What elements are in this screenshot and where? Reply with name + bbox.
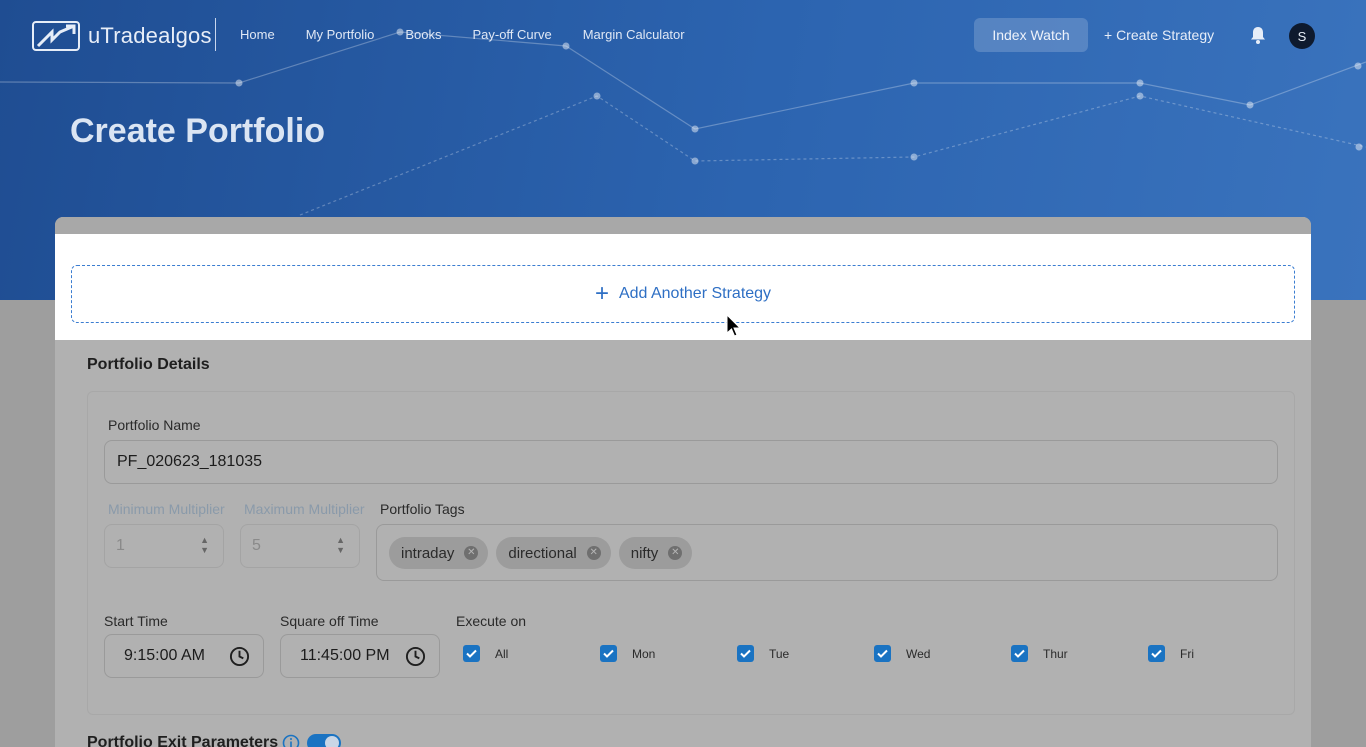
- execute-on-label: Execute on: [456, 613, 527, 629]
- create-strategy-link[interactable]: + Create Strategy: [1104, 27, 1214, 43]
- tag-chip: nifty ✕: [618, 537, 693, 569]
- remove-tag-icon[interactable]: ✕: [586, 546, 601, 560]
- remove-tag-icon[interactable]: ✕: [668, 546, 683, 560]
- day-option-thur[interactable]: Thur: [1011, 645, 1068, 662]
- nav-books[interactable]: Books: [405, 27, 441, 42]
- brand-logo[interactable]: uTradealgos: [32, 20, 212, 52]
- checkbox-checked-icon[interactable]: [600, 645, 617, 662]
- square-off-time-label: Square off Time: [280, 613, 379, 629]
- logo-mark-icon: [32, 21, 80, 51]
- tag-label: intraday: [401, 544, 455, 562]
- nav-payoff-curve[interactable]: Pay-off Curve: [472, 27, 551, 42]
- min-multiplier-label: Minimum Multiplier: [108, 501, 225, 517]
- portfolio-name-label: Portfolio Name: [108, 417, 201, 433]
- tag-label: directional: [508, 544, 577, 562]
- bell-icon[interactable]: [1248, 25, 1268, 45]
- day-label: Mon: [632, 646, 656, 661]
- day-label: Wed: [906, 646, 931, 661]
- top-navigation: uTradealgos Home My Portfolio Books Pay-…: [0, 0, 1366, 72]
- remove-tag-icon[interactable]: ✕: [464, 546, 479, 560]
- tag-list: intraday ✕ directional ✕ nifty ✕: [389, 537, 693, 569]
- info-icon[interactable]: [282, 734, 300, 747]
- plus-icon: +: [594, 280, 609, 307]
- square-off-time-input[interactable]: 11:45:00 PM: [280, 634, 440, 678]
- portfolio-details-title: Portfolio Details: [87, 356, 210, 373]
- avatar[interactable]: S: [1289, 23, 1315, 49]
- clock-icon[interactable]: [405, 646, 426, 667]
- tag-chip: directional ✕: [496, 537, 611, 569]
- day-option-all[interactable]: All: [463, 645, 508, 662]
- start-time-input[interactable]: 9:15:00 AM: [104, 634, 264, 678]
- start-time-value: 9:15:00 AM: [124, 647, 205, 664]
- checkbox-checked-icon[interactable]: [737, 645, 754, 662]
- min-multiplier-value: 1: [116, 537, 125, 554]
- day-option-tue[interactable]: Tue: [737, 645, 789, 662]
- day-label: All: [495, 646, 509, 661]
- add-another-strategy-button[interactable]: + Add Another Strategy: [71, 265, 1295, 323]
- nav-my-portfolio[interactable]: My Portfolio: [306, 27, 375, 42]
- logo-divider: [215, 18, 216, 51]
- toggle-knob: [325, 736, 339, 747]
- max-multiplier-stepper[interactable]: 5 ▲ ▼: [240, 524, 360, 568]
- index-watch-button[interactable]: Index Watch: [974, 18, 1088, 52]
- clock-icon[interactable]: [229, 646, 250, 667]
- checkbox-checked-icon[interactable]: [1011, 645, 1028, 662]
- day-label: Thur: [1043, 646, 1068, 661]
- portfolio-name-input[interactable]: PF_020623_181035: [104, 440, 1278, 484]
- tag-label: nifty: [630, 544, 659, 562]
- mouse-cursor-icon: [726, 314, 742, 337]
- day-label: Tue: [769, 646, 790, 661]
- nav-home[interactable]: Home: [240, 27, 275, 42]
- max-multiplier-label: Maximum Multiplier: [244, 501, 365, 517]
- page-title: Create Portfolio: [70, 112, 326, 150]
- checkbox-checked-icon[interactable]: [463, 645, 480, 662]
- checkbox-checked-icon[interactable]: [1148, 645, 1165, 662]
- start-time-label: Start Time: [104, 613, 168, 629]
- portfolio-exit-parameters-title: Portfolio Exit Parameters: [87, 734, 279, 747]
- tag-chip: intraday ✕: [389, 537, 489, 569]
- brand-name: uTradealgos: [88, 23, 212, 48]
- exit-parameters-toggle[interactable]: [307, 734, 341, 747]
- nav-margin-calculator[interactable]: Margin Calculator: [583, 27, 685, 42]
- day-option-fri[interactable]: Fri: [1148, 645, 1194, 662]
- portfolio-tags-label: Portfolio Tags: [380, 501, 465, 517]
- checkbox-checked-icon[interactable]: [874, 645, 891, 662]
- portfolio-name-value: PF_020623_181035: [117, 453, 263, 470]
- min-multiplier-stepper[interactable]: 1 ▲ ▼: [104, 524, 224, 568]
- day-option-wed[interactable]: Wed: [874, 645, 930, 662]
- add-strategy-label: Add Another Strategy: [618, 285, 772, 302]
- stepper-arrows-icon[interactable]: ▲ ▼: [200, 535, 209, 555]
- day-option-mon[interactable]: Mon: [600, 645, 655, 662]
- portfolio-tags-input[interactable]: intraday ✕ directional ✕ nifty ✕: [376, 524, 1278, 581]
- square-off-time-value: 11:45:00 PM: [300, 647, 390, 664]
- max-multiplier-value: 5: [252, 537, 261, 554]
- execute-on-days: All Mon Tue Wed Thur Fri: [463, 645, 1223, 663]
- main-nav: Home My Portfolio Books Pay-off Curve Ma…: [240, 27, 716, 42]
- day-label: Fri: [1180, 646, 1194, 661]
- stepper-arrows-icon[interactable]: ▲ ▼: [336, 535, 345, 555]
- card-top-strip: [55, 217, 1311, 234]
